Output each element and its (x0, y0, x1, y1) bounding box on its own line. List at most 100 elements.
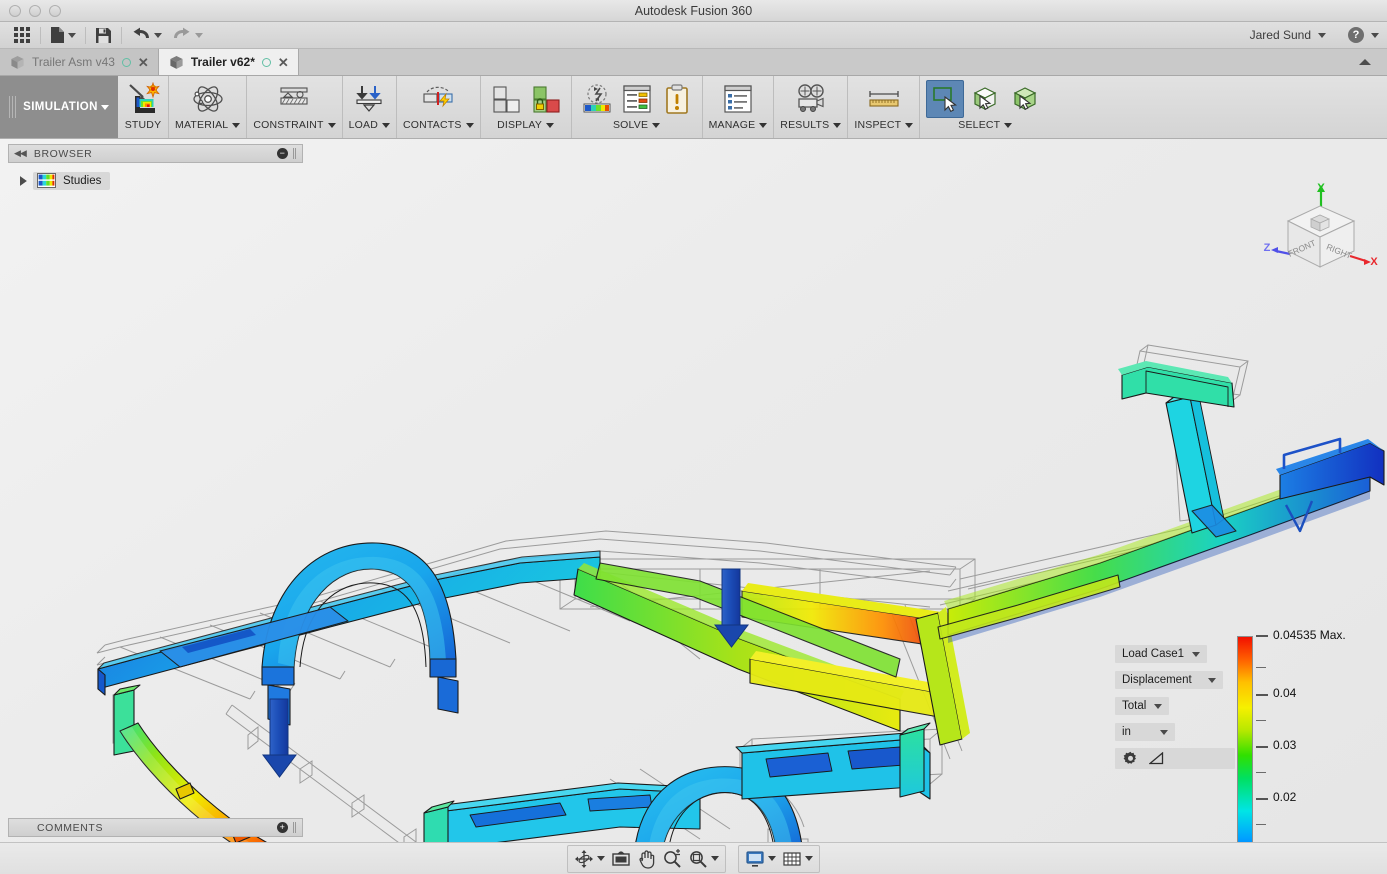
units-selector[interactable]: in (1115, 723, 1175, 741)
redo-button[interactable] (167, 23, 208, 48)
chevron-down-icon[interactable] (833, 122, 842, 128)
ribbon-group-solve: SOLVE (572, 76, 703, 138)
manage-button[interactable] (719, 80, 757, 118)
display-components-button[interactable] (487, 80, 525, 118)
chevron-down-icon[interactable] (1208, 677, 1216, 683)
double-left-arrow-icon[interactable]: ◀◀ (14, 148, 27, 159)
ribbon-group-label[interactable]: LOAD (349, 119, 390, 131)
load-case-selector[interactable]: Load Case1 (1115, 645, 1208, 663)
resize-grip-icon[interactable] (293, 148, 297, 159)
app-grid-button[interactable] (8, 23, 36, 48)
undo-button[interactable] (126, 23, 167, 48)
select-paint-button[interactable] (1006, 80, 1044, 118)
new-file-button[interactable] (45, 23, 81, 48)
ribbon-group-label[interactable]: CONTACTS (403, 119, 474, 131)
chevron-down-icon[interactable] (805, 856, 813, 861)
chevron-down-icon[interactable] (327, 122, 336, 128)
browser-item-studies[interactable]: Studies (33, 172, 111, 190)
chevron-down-icon[interactable] (195, 32, 203, 38)
close-tab-icon[interactable]: ✕ (138, 56, 149, 69)
chevron-down-icon[interactable] (232, 122, 241, 128)
chevron-down-icon[interactable] (711, 856, 719, 861)
chevron-down-icon[interactable] (382, 122, 390, 128)
view-cube[interactable]: Y Z X FRONT RIGHT (1258, 181, 1383, 281)
chevron-down-icon[interactable] (1160, 729, 1168, 735)
ribbon-group-label[interactable]: CONSTRAINT (253, 119, 336, 131)
toolbar-separator (85, 26, 86, 44)
chevron-down-icon[interactable] (652, 122, 661, 128)
ribbon-group-label[interactable]: INSPECT (854, 119, 914, 131)
select-body-button[interactable] (966, 80, 1004, 118)
gear-icon[interactable] (1123, 751, 1138, 766)
3d-viewport[interactable]: ◀◀ BROWSER − Studies COMMENTS + Load Cas… (0, 139, 1387, 842)
precheck-button[interactable] (578, 80, 616, 118)
expand-triangle-icon[interactable] (20, 176, 27, 186)
ribbon-group-label[interactable]: SELECT (958, 119, 1013, 131)
help-icon[interactable]: ? (1348, 27, 1364, 43)
chevron-down-icon[interactable] (546, 122, 555, 128)
ribbon-group-label[interactable]: MANAGE (709, 119, 768, 131)
select-window-button[interactable] (926, 80, 965, 118)
close-tab-icon[interactable]: ✕ (278, 56, 289, 69)
structural-constraint-button[interactable] (275, 80, 313, 118)
fit-view-button[interactable] (685, 847, 722, 871)
ruler-icon (869, 91, 899, 107)
material-button[interactable] (189, 80, 227, 118)
structural-load-button[interactable] (350, 80, 388, 118)
solve-warnings-button[interactable] (658, 80, 696, 118)
document-tab-trailer-asm[interactable]: Trailer Asm v43 ✕ (0, 49, 159, 75)
deformation-scale-icon[interactable] (1149, 752, 1164, 765)
chevron-down-icon[interactable] (1004, 122, 1013, 128)
result-type-selector[interactable]: Displacement (1115, 671, 1223, 689)
legend-tick-0.04 (1256, 694, 1268, 696)
document-tab-trailer[interactable]: Trailer v62* ✕ (158, 49, 299, 75)
display-lock-button[interactable] (527, 80, 565, 118)
chevron-down-icon[interactable] (597, 856, 605, 861)
toolbar-separator (40, 26, 41, 44)
chevron-down-icon[interactable] (68, 32, 76, 38)
chevron-down-icon[interactable] (1371, 32, 1379, 38)
pan-button[interactable] (634, 847, 659, 871)
contacts-button[interactable] (419, 80, 457, 118)
chevron-down-icon[interactable] (1318, 32, 1326, 38)
manage-panel-icon (724, 85, 752, 113)
user-name-label[interactable]: Jared Sund (1250, 28, 1311, 42)
display-controls-group (738, 844, 820, 873)
grid-snaps-button[interactable] (779, 847, 816, 871)
chevron-down-icon[interactable] (100, 104, 109, 110)
results-button[interactable] (792, 80, 830, 118)
chevron-down-icon[interactable] (905, 122, 914, 128)
browser-panel-header[interactable]: ◀◀ BROWSER − (8, 144, 303, 163)
collapse-ribbon-button[interactable] (1342, 49, 1387, 75)
legend-options-group[interactable] (1115, 748, 1235, 769)
inspect-button[interactable] (865, 80, 903, 118)
workspace-selector[interactable]: SIMULATION (0, 76, 118, 138)
ribbon-group-label[interactable]: SOLVE (613, 119, 661, 131)
new-study-button[interactable] (124, 80, 162, 118)
chevron-down-icon[interactable] (1192, 651, 1201, 657)
account-area: Jared Sund ? (1250, 27, 1387, 43)
quick-access-toolbar: Jared Sund ? (0, 22, 1387, 49)
display-settings-button[interactable] (742, 847, 779, 871)
chevron-down-icon[interactable] (768, 856, 776, 861)
ribbon-group-label[interactable]: DISPLAY (497, 119, 555, 131)
resize-grip-icon[interactable] (293, 822, 297, 833)
component-selector[interactable]: Total (1115, 697, 1170, 715)
comments-panel-header[interactable]: COMMENTS + (8, 818, 303, 837)
chevron-down-icon[interactable] (465, 122, 474, 128)
minus-circle-icon[interactable]: − (277, 148, 288, 159)
chevron-down-icon[interactable] (154, 32, 162, 38)
save-button[interactable] (90, 23, 117, 48)
solve-button[interactable] (618, 80, 656, 118)
ribbon-group-label[interactable]: RESULTS (780, 119, 842, 131)
select-body-icon (973, 87, 997, 110)
chevron-down-icon[interactable] (1154, 703, 1163, 709)
document-tab-label: Trailer v62* (190, 55, 255, 69)
zoom-button[interactable] (659, 847, 685, 871)
cube-icon (170, 55, 183, 69)
ribbon-group-label[interactable]: MATERIAL (175, 119, 241, 131)
orbit-button[interactable] (571, 847, 608, 871)
chevron-down-icon[interactable] (759, 122, 768, 128)
look-at-button[interactable] (608, 847, 634, 871)
plus-circle-icon[interactable]: + (277, 822, 288, 833)
